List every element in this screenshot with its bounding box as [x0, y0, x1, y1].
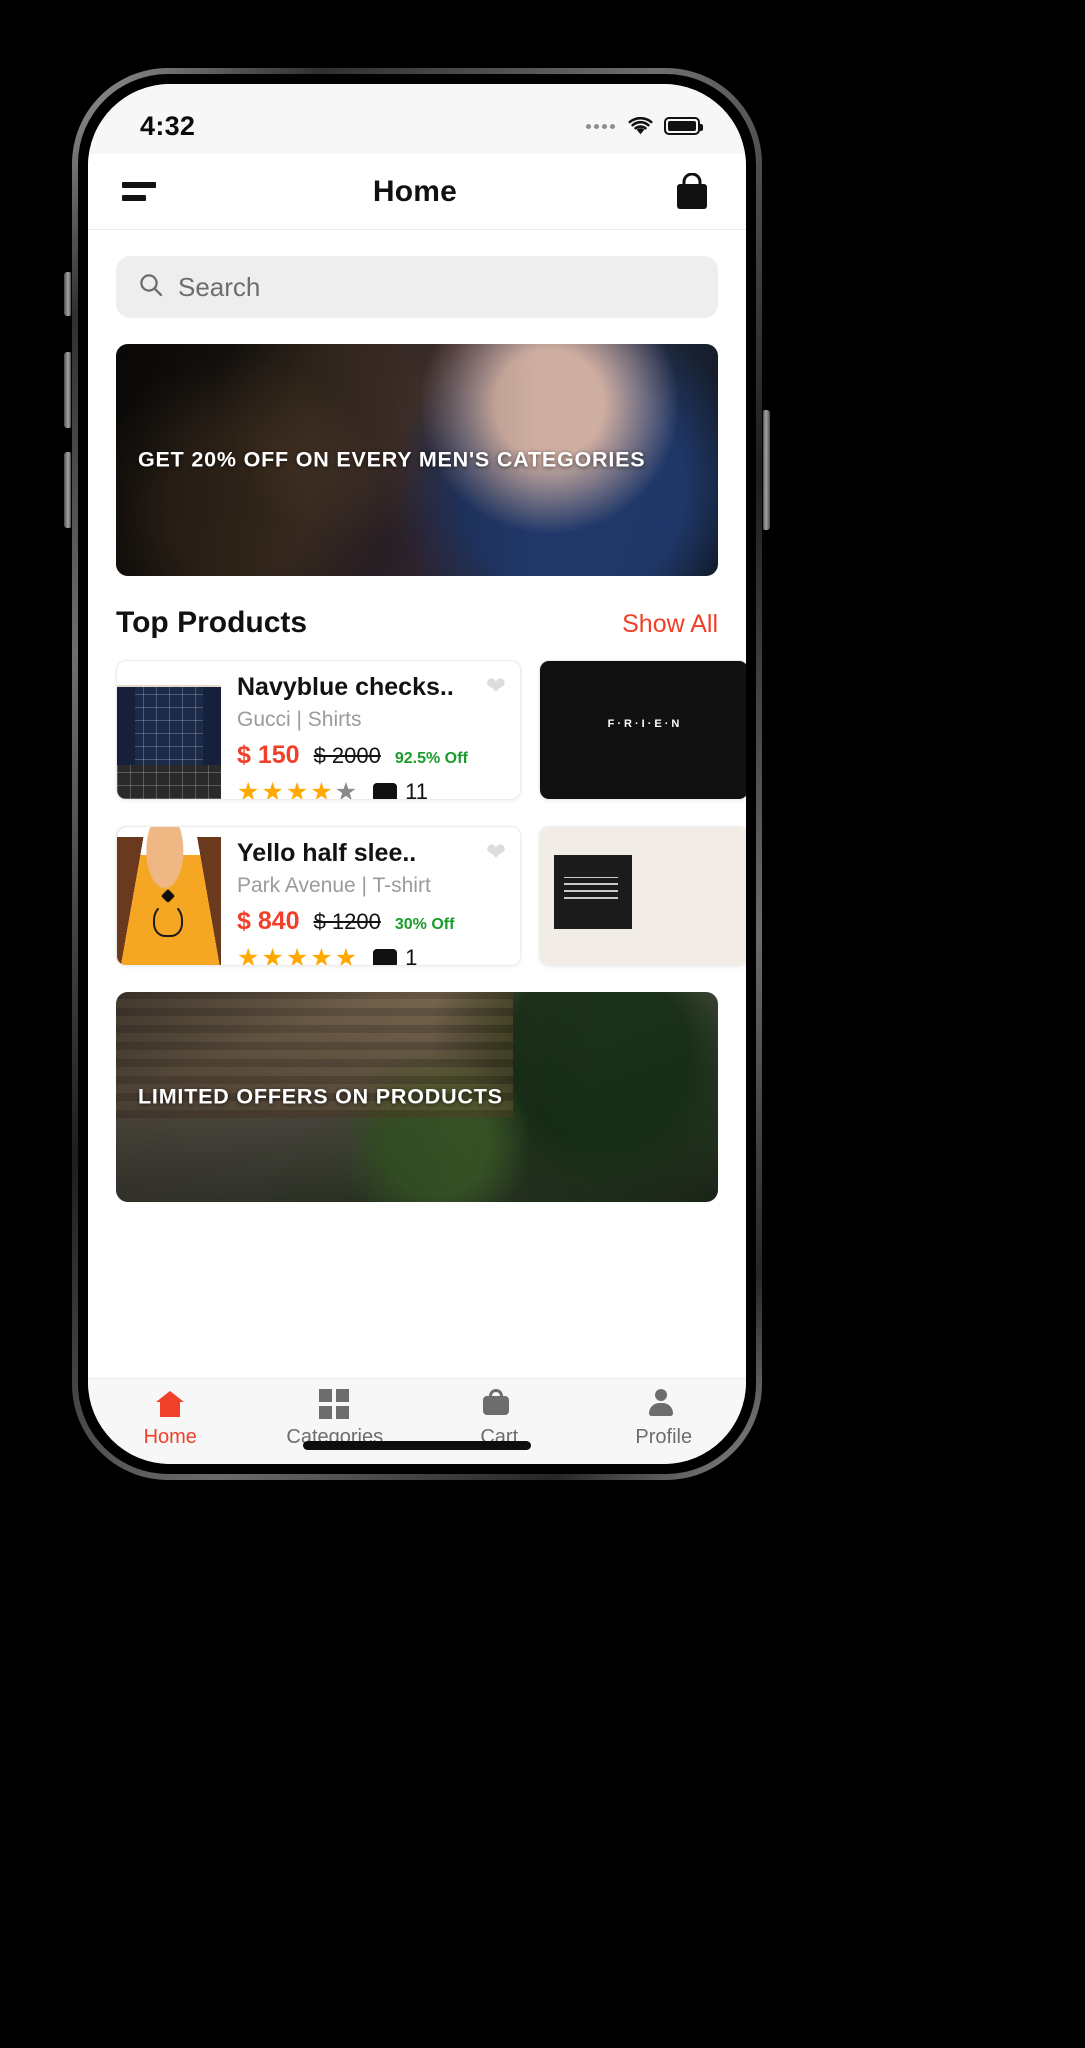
phone-frame: 4:32 Home Search GET 20% OFF ON EVERY ME…	[72, 68, 762, 1480]
tab-label: Home	[143, 1426, 197, 1448]
tab-profile[interactable]: Profile	[582, 1389, 747, 1449]
product-price: $ 150	[237, 741, 300, 769]
search-section	[88, 230, 746, 318]
shopping-bag-icon[interactable]	[674, 172, 710, 211]
volume-up-button[interactable]	[64, 352, 72, 428]
tab-categories[interactable]: Categories	[253, 1389, 418, 1449]
top-products-header: Top Products Show All	[88, 576, 746, 646]
show-all-link[interactable]: Show All	[622, 610, 718, 639]
search-input[interactable]	[178, 271, 696, 303]
product-old-price: $ 2000	[313, 743, 381, 768]
rating-stars: ★ ★ ★ ★ ★	[237, 777, 358, 800]
product-rating-row: ★ ★ ★ ★ ★ 1	[237, 943, 508, 966]
section-title: Top Products	[116, 606, 308, 639]
product-brand: Park Avenue | T-shirt	[237, 874, 431, 897]
product-card[interactable]: Navyblue checks.. Gucci | Shirts $ 150 $…	[116, 660, 521, 800]
comment-icon	[373, 948, 398, 965]
phone-screen: 4:32 Home Search GET 20% OFF ON EVERY ME…	[88, 84, 746, 1464]
screenshot-stage: 4:32 Home Search GET 20% OFF ON EVERY ME…	[0, 0, 1085, 2048]
product-thumbnail: F·R·I·E·N	[540, 661, 746, 799]
hero-banner[interactable]: GET 20% OFF ON EVERY MEN'S CATEGORIES	[116, 344, 718, 576]
product-thumbnail	[117, 661, 221, 799]
silent-switch[interactable]	[64, 272, 72, 316]
signal-dots-icon	[586, 123, 615, 129]
volume-down-button[interactable]	[64, 452, 72, 528]
wifi-icon	[628, 116, 653, 136]
status-bar: 4:32	[88, 84, 746, 154]
offers-banner-text: LIMITED OFFERS ON PRODUCTS	[138, 1084, 503, 1109]
tab-cart[interactable]: Cart	[417, 1389, 582, 1449]
grid-icon	[318, 1389, 351, 1419]
product-row[interactable]: Navyblue checks.. Gucci | Shirts $ 150 $…	[88, 646, 746, 800]
home-icon	[154, 1389, 186, 1419]
product-info: Yello half slee.. Park Avenue | T-shirt …	[221, 827, 520, 965]
hamburger-menu-icon[interactable]	[122, 182, 156, 201]
comment-count-value: 1	[405, 945, 418, 966]
product-title: Yello half slee..	[237, 839, 417, 867]
offers-banner[interactable]: LIMITED OFFERS ON PRODUCTS	[116, 992, 718, 1202]
product-info: Navyblue checks.. Gucci | Shirts $ 150 $…	[221, 661, 520, 799]
status-icons	[586, 116, 703, 136]
heart-icon[interactable]: ❤	[486, 841, 506, 865]
product-thumbnail	[117, 827, 221, 965]
heart-icon[interactable]: ❤	[486, 675, 506, 699]
product-discount: 30% Off	[394, 916, 455, 933]
home-scroll-content[interactable]: GET 20% OFF ON EVERY MEN'S CATEGORIES To…	[88, 230, 746, 1378]
product-old-price: $ 1200	[313, 909, 381, 934]
power-button[interactable]	[762, 410, 770, 530]
page-title: Home	[372, 174, 458, 208]
comment-count: 11	[373, 779, 428, 800]
search-bar[interactable]	[116, 256, 718, 318]
thumbnail-art-text: F·R·I·E·N	[607, 718, 683, 731]
tab-home[interactable]: Home	[88, 1389, 253, 1449]
product-price-row: $ 840 $ 1200 30% Off	[237, 907, 508, 936]
product-card-peek[interactable]	[539, 826, 746, 966]
bottom-tab-bar: Home Categories Cart Profile	[88, 1378, 746, 1464]
home-indicator[interactable]	[303, 1441, 531, 1450]
app-bar: Home	[88, 154, 746, 230]
bag-icon	[483, 1389, 515, 1419]
person-icon	[648, 1389, 680, 1419]
product-title: Navyblue checks..	[237, 673, 454, 701]
status-time: 4:32	[140, 110, 196, 141]
phone-bezel: 4:32 Home Search GET 20% OFF ON EVERY ME…	[78, 74, 756, 1474]
product-price: $ 840	[237, 907, 300, 935]
rating-stars: ★ ★ ★ ★ ★	[237, 943, 358, 966]
comment-count: 1	[373, 945, 418, 966]
product-rating-row: ★ ★ ★ ★ ★ 11	[237, 777, 508, 800]
comment-icon	[373, 782, 398, 799]
tab-label: Profile	[635, 1426, 693, 1448]
product-discount: 92.5% Off	[394, 750, 468, 767]
product-brand: Gucci | Shirts	[237, 708, 362, 731]
product-row[interactable]: Yello half slee.. Park Avenue | T-shirt …	[88, 800, 746, 966]
battery-full-icon	[664, 117, 703, 135]
product-thumbnail	[540, 827, 746, 965]
product-card-peek[interactable]: F·R·I·E·N	[539, 660, 746, 800]
hero-banner-text: GET 20% OFF ON EVERY MEN'S CATEGORIES	[138, 447, 646, 472]
search-icon	[138, 272, 164, 303]
comment-count-value: 11	[405, 779, 428, 800]
product-price-row: $ 150 $ 2000 92.5% Off	[237, 741, 508, 770]
product-card[interactable]: Yello half slee.. Park Avenue | T-shirt …	[116, 826, 521, 966]
